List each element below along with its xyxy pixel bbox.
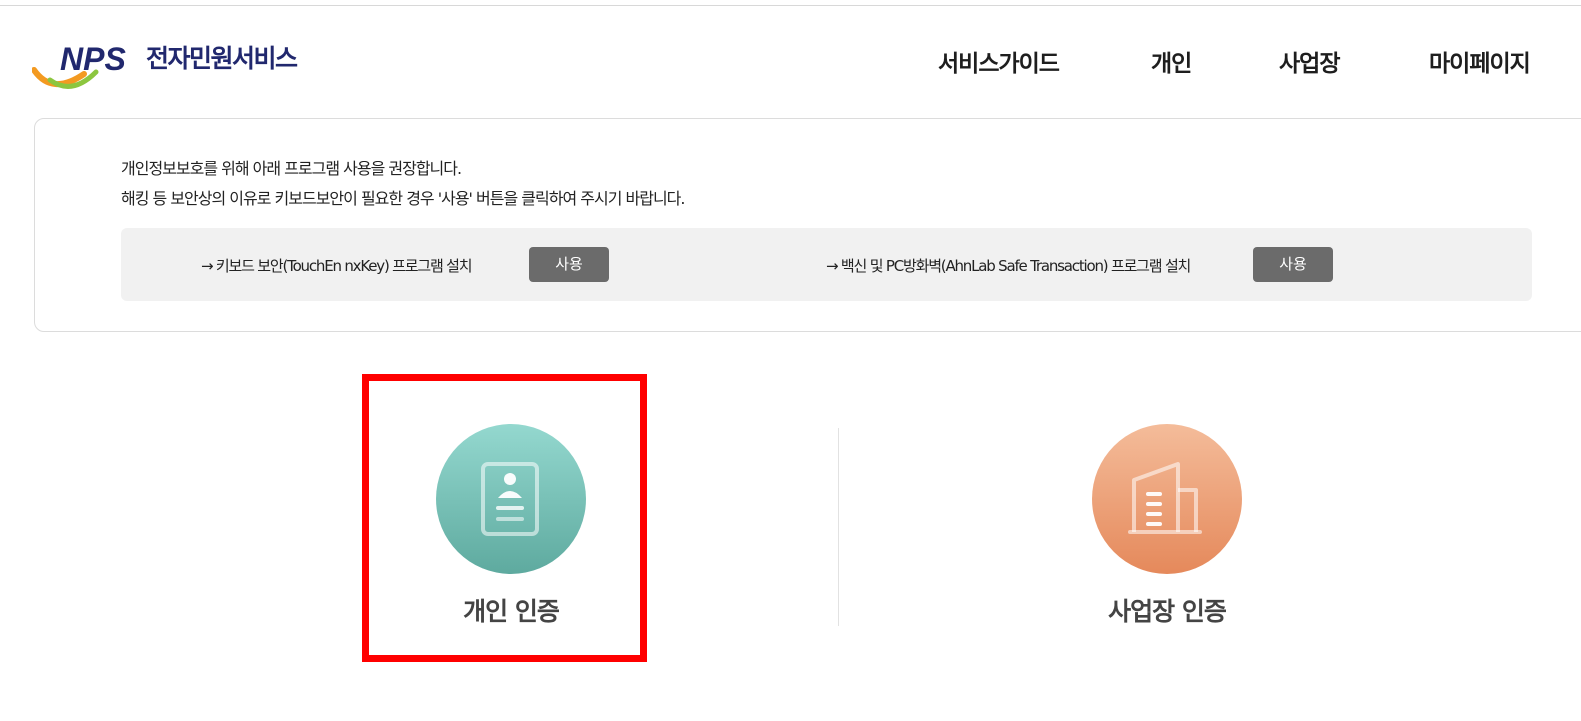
nav-mypage[interactable]: 마이페이지 — [1429, 44, 1531, 78]
personal-auth-label: 개인 인증 — [463, 597, 560, 626]
auth-divider — [838, 428, 839, 626]
nav-personal[interactable]: 개인 — [1151, 44, 1192, 78]
keyboard-security-use-button[interactable]: 사용 — [529, 247, 609, 282]
id-card-icon — [481, 462, 539, 536]
business-auth-label: 사업장 인증 — [1108, 597, 1227, 626]
business-auth-card[interactable]: 사업장 인증 — [1077, 424, 1257, 634]
page: NPS 전자민원서비스 서비스가이드 개인 사업장 마이페이지 개인정보보호를 … — [0, 0, 1581, 721]
personal-auth-card[interactable]: 개인 인증 — [421, 424, 601, 634]
building-icon — [1128, 462, 1202, 534]
notice-line-2: 해킹 등 보안상의 이유로 키보드보안이 필요한 경우 '사용' 버튼을 클릭하… — [121, 189, 685, 208]
keyboard-security-install-text: → 키보드 보안(TouchEn nxKey) 프로그램 설치 — [201, 257, 473, 275]
nav-business[interactable]: 사업장 — [1279, 44, 1340, 78]
antivirus-install-text: → 백신 및 PC방화벽(AhnLab Safe Transaction) 프로… — [826, 257, 1191, 275]
personal-auth-circle — [436, 424, 586, 574]
notice-line-1: 개인정보보호를 위해 아래 프로그램 사용을 권장합니다. — [121, 159, 462, 178]
top-divider — [0, 5, 1581, 6]
program-install-bar: → 키보드 보안(TouchEn nxKey) 프로그램 설치 사용 → 백신 … — [121, 228, 1532, 301]
security-notice-box: 개인정보보호를 위해 아래 프로그램 사용을 권장합니다. 해킹 등 보안상의 … — [34, 118, 1581, 332]
main-nav: 서비스가이드 개인 사업장 마이페이지 — [0, 44, 1581, 80]
nav-service-guide[interactable]: 서비스가이드 — [938, 44, 1060, 78]
antivirus-use-button[interactable]: 사용 — [1253, 247, 1333, 282]
business-auth-circle — [1092, 424, 1242, 574]
